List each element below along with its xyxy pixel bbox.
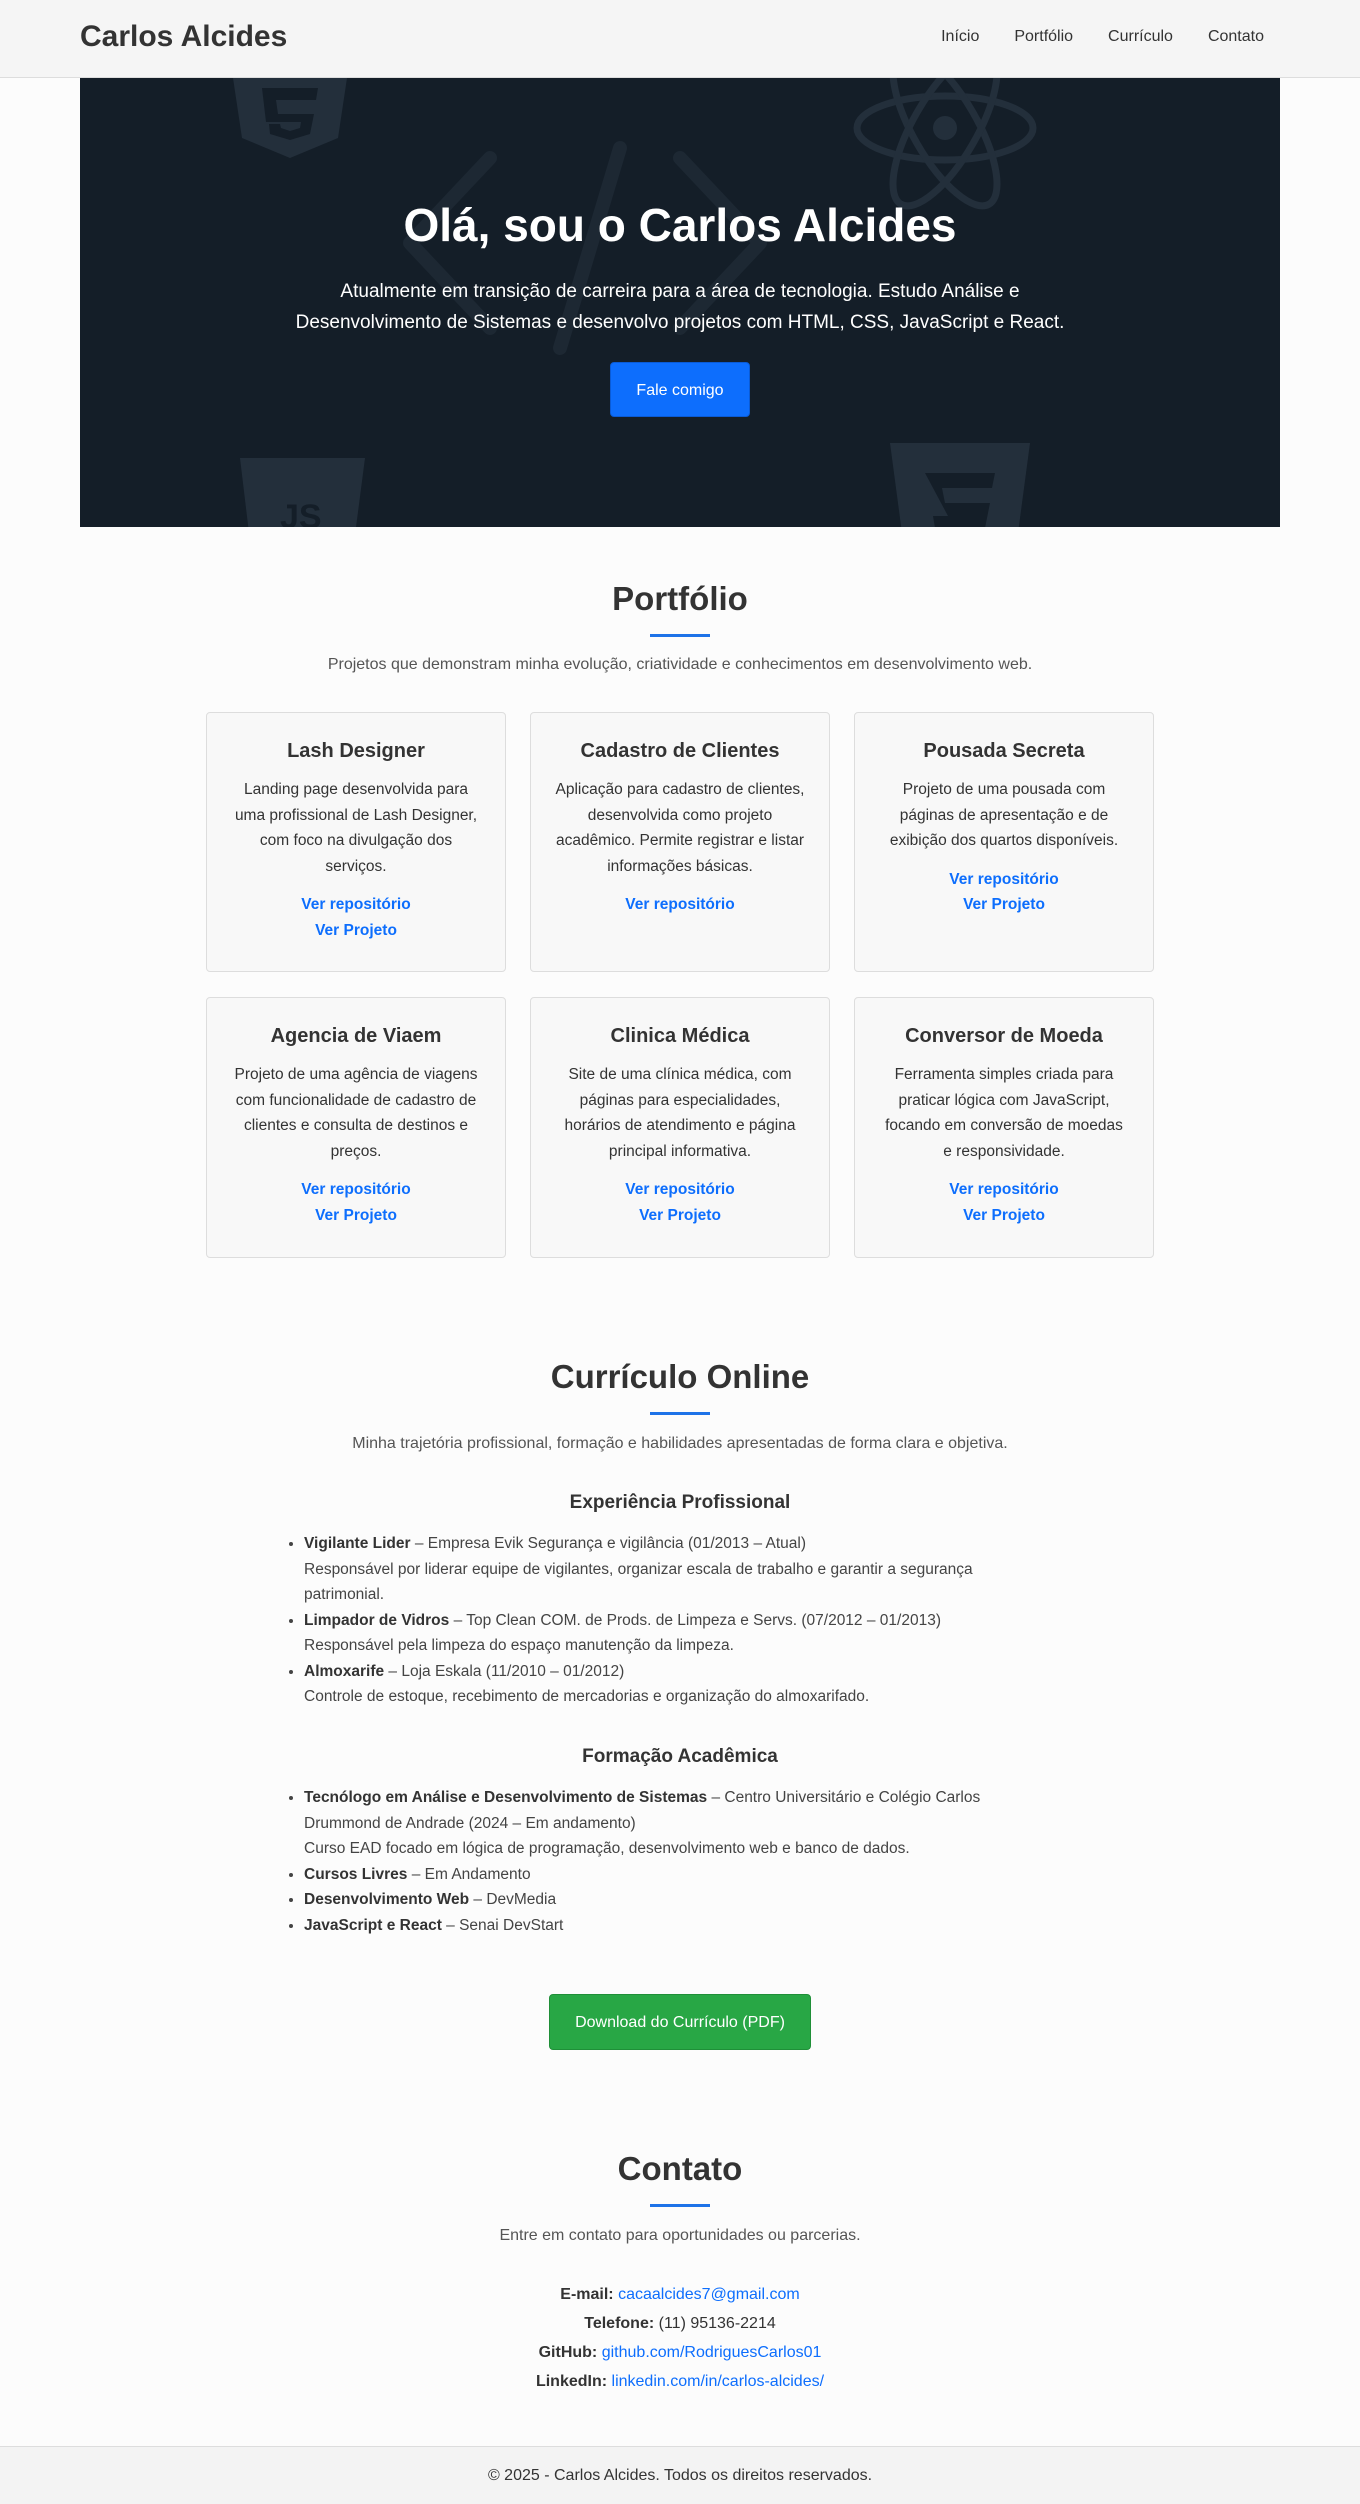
html5-icon <box>890 443 1030 527</box>
project-link[interactable]: Ver Projeto <box>855 892 1153 918</box>
main-nav: Início Portfólio Currículo Contato <box>941 28 1264 46</box>
contact-subtitle: Entre em contato para oportunidades ou p… <box>499 2227 861 2244</box>
list-item: Almoxarife – Loja Eskala (11/2010 – 01/2… <box>304 1659 1024 1710</box>
experience-list: Vigilante Lider – Empresa Evik Segurança… <box>304 1531 1024 1710</box>
repo-link[interactable]: Ver repositório <box>207 892 505 918</box>
brand-logo[interactable]: Carlos Alcides <box>80 20 287 54</box>
project-description: Landing page desenvolvida para uma profi… <box>234 781 478 875</box>
project-description: Projeto de uma agência de viagens com fu… <box>234 1066 478 1160</box>
job-role: Vigilante Lider <box>304 1535 411 1552</box>
course-institution: – DevMedia <box>469 1891 557 1908</box>
project-card: Cadastro de Clientes Aplicação para cada… <box>530 712 830 972</box>
experience-title: Experiência Profissional <box>569 1492 791 1513</box>
course-institution: – Senai DevStart <box>441 1916 564 1934</box>
contact-phone-row: Telefone: (11) 95136-2214 <box>0 2315 1360 2333</box>
job-company: – Top Clean COM. de Prods. de Limpeza e … <box>449 1611 941 1629</box>
repo-link[interactable]: Ver repositório <box>855 1177 1153 1203</box>
contact-title: Contato <box>617 2150 743 2187</box>
email-label: E-mail: <box>560 2286 614 2303</box>
section-divider <box>650 634 710 637</box>
course-institution: – Em Andamento <box>407 1865 531 1883</box>
project-title: Lash Designer <box>287 740 425 762</box>
resume-title: Currículo Online <box>550 1358 810 1395</box>
nav-link-contato[interactable]: Contato <box>1208 28 1264 46</box>
linkedin-label: LinkedIn: <box>535 2373 608 2390</box>
repo-link[interactable]: Ver repositório <box>531 892 829 918</box>
project-description: Ferramenta simples criada para praticar … <box>885 1066 1123 1160</box>
nav-link-portfolio[interactable]: Portfólio <box>1014 28 1073 46</box>
course-name: Desenvolvimento Web <box>304 1891 470 1908</box>
footer-copyright: © 2025 - Carlos Alcides. Todos os direit… <box>487 2467 873 2484</box>
job-role: Almoxarife <box>304 1662 385 1680</box>
project-link[interactable]: Ver Projeto <box>531 1203 829 1229</box>
education-title: Formação Acadêmica <box>582 1746 778 1767</box>
repo-link[interactable]: Ver repositório <box>855 867 1153 893</box>
education-list: Tecnólogo em Análise e Desenvolvimento d… <box>304 1785 1024 1938</box>
project-card: Conversor de Moeda Ferramenta simples cr… <box>854 997 1154 1258</box>
project-title: Conversor de Moeda <box>905 1025 1103 1047</box>
course-name: Tecnólogo em Análise e Desenvolvimento d… <box>304 1789 708 1806</box>
footer: © 2025 - Carlos Alcides. Todos os direit… <box>0 2446 1360 2504</box>
job-company: – Loja Eskala (11/2010 – 01/2012) <box>384 1662 625 1680</box>
list-item: Limpador de Vidros – Top Clean COM. de P… <box>304 1608 1024 1659</box>
section-divider <box>650 2204 710 2207</box>
course-description: Curso EAD focado em lógica de programaçã… <box>304 1840 910 1857</box>
js-icon: JS <box>240 458 365 527</box>
list-item: Cursos Livres – Em Andamento <box>304 1862 1024 1888</box>
project-description: Site de uma clínica médica, com páginas … <box>564 1066 796 1160</box>
project-title: Agencia de Viaem <box>270 1025 442 1047</box>
github-label: GitHub: <box>538 2344 598 2361</box>
download-resume-button[interactable]: Download do Currículo (PDF) <box>549 1994 811 2050</box>
nav-link-curriculo[interactable]: Currículo <box>1108 28 1173 46</box>
contact-me-button[interactable]: Fale comigo <box>610 362 750 417</box>
hero-title: Olá, sou o Carlos Alcides <box>403 199 957 251</box>
job-role: Limpador de Vidros <box>304 1611 450 1629</box>
github-link[interactable]: github.com/RodriguesCarlos01 <box>602 2344 822 2361</box>
project-title: Clinica Médica <box>610 1025 750 1047</box>
project-card: Clinica Médica Site de uma clínica médic… <box>530 997 830 1258</box>
top-navbar: Carlos Alcides Início Portfólio Currícul… <box>0 0 1360 78</box>
hero-description-line: Desenvolvimento de Sistemas e desenvolvo… <box>295 312 1065 333</box>
job-description: Responsável pela limpeza do espaço manut… <box>304 1637 734 1654</box>
project-card: Agencia de Viaem Projeto de uma agência … <box>206 997 506 1258</box>
project-title: Pousada Secreta <box>923 740 1085 762</box>
job-company: – Empresa Evik Segurança e vigilância (0… <box>410 1535 807 1552</box>
list-item: Desenvolvimento Web – DevMedia <box>304 1887 1024 1913</box>
course-name: Cursos Livres <box>304 1865 408 1883</box>
section-divider <box>650 1412 710 1415</box>
html5-icon <box>233 78 347 158</box>
project-card: Pousada Secreta Projeto de uma pousada c… <box>854 712 1154 972</box>
hero-description: Atualmente em transição de carreira para… <box>280 276 1080 338</box>
portfolio-title: Portfólio <box>612 580 748 617</box>
nav-link-inicio[interactable]: Início <box>941 28 979 46</box>
resume-subtitle: Minha trajetória profissional, formação … <box>352 1435 1008 1452</box>
project-link[interactable]: Ver Projeto <box>855 1203 1153 1229</box>
phone-label: Telefone: <box>584 2315 655 2332</box>
contact-email-row: E-mail: cacaalcides7@gmail.com <box>0 2286 1360 2304</box>
project-link[interactable]: Ver Projeto <box>207 918 505 944</box>
svg-text:JS: JS <box>280 498 322 527</box>
list-item: Tecnólogo em Análise e Desenvolvimento d… <box>304 1785 1024 1862</box>
hero-section: JS Olá, sou o Carlos Alcides Atualmente … <box>80 78 1280 527</box>
phone-value: (11) 95136-2214 <box>658 2315 776 2332</box>
list-item: Vigilante Lider – Empresa Evik Segurança… <box>304 1531 1024 1608</box>
portfolio-subtitle: Projetos que demonstram minha evolução, … <box>327 656 1033 673</box>
list-item: JavaScript e React – Senai DevStart <box>304 1913 1024 1939</box>
course-name: JavaScript e React <box>304 1916 442 1934</box>
contact-linkedin-row: LinkedIn: linkedin.com/in/carlos-alcides… <box>0 2373 1360 2391</box>
repo-link[interactable]: Ver repositório <box>207 1177 505 1203</box>
project-title: Cadastro de Clientes <box>580 740 780 762</box>
hero-description-line: Atualmente em transição de carreira para… <box>340 281 1020 302</box>
job-description: Responsável por liderar equipe de vigila… <box>304 1560 973 1604</box>
repo-link[interactable]: Ver repositório <box>531 1177 829 1203</box>
project-description: Projeto de uma pousada com páginas de ap… <box>889 781 1119 849</box>
contact-github-row: GitHub: github.com/RodriguesCarlos01 <box>0 2344 1360 2362</box>
project-link[interactable]: Ver Projeto <box>207 1203 505 1229</box>
linkedin-link[interactable]: linkedin.com/in/carlos-alcides/ <box>612 2373 825 2390</box>
email-link[interactable]: cacaalcides7@gmail.com <box>618 2286 800 2303</box>
job-description: Controle de estoque, recebimento de merc… <box>304 1688 870 1705</box>
project-description: Aplicação para cadastro de clientes, des… <box>555 781 805 875</box>
project-card: Lash Designer Landing page desenvolvida … <box>206 712 506 972</box>
